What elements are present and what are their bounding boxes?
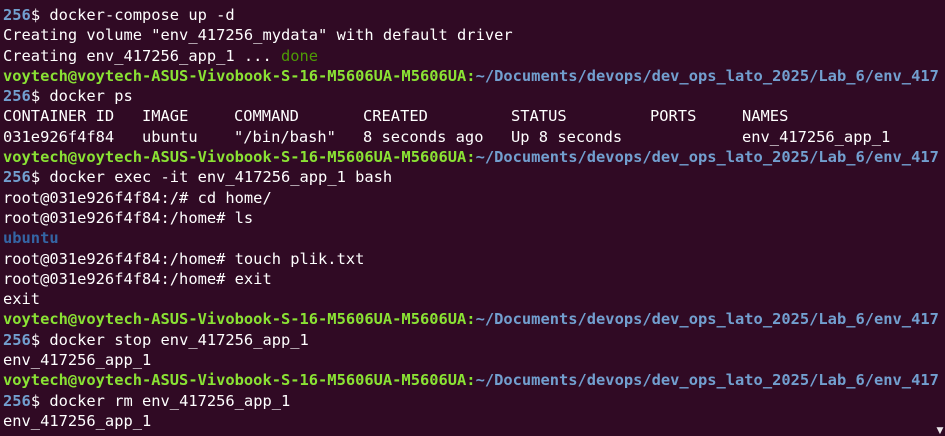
command-line: 256$ docker rm env_417256_app_1 bbox=[3, 391, 939, 411]
prompt-continuation: 256 bbox=[3, 330, 31, 349]
output-text: root@031e926f4f84:/home# touch plik.txt bbox=[3, 249, 365, 268]
table-cell: Up 8 seconds bbox=[511, 127, 623, 146]
table-header-cell: CONTAINER ID bbox=[3, 107, 115, 126]
table-cell: 8 seconds ago bbox=[363, 127, 484, 146]
output-text: root@031e926f4f84:/# cd home/ bbox=[3, 188, 272, 207]
table-cell: ubuntu bbox=[142, 127, 198, 146]
command-text: $ docker stop env_417256_app_1 bbox=[30, 330, 309, 349]
prompt-user-host: voytech@voytech-ASUS-Vivobook-S-16-M5606… bbox=[3, 371, 476, 390]
scroll-down-arrow-icon[interactable]: ▼ bbox=[935, 426, 945, 436]
command-line: 256$ docker ps bbox=[3, 86, 939, 106]
prompt-user-host: voytech@voytech-ASUS-Vivobook-S-16-M5606… bbox=[3, 310, 476, 329]
prompt-continuation: 256 bbox=[3, 6, 31, 24]
command-line: 256$ docker exec -it env_417256_app_1 ba… bbox=[3, 167, 939, 187]
output-line: exit bbox=[3, 289, 939, 309]
table-header-cell: COMMAND bbox=[234, 107, 299, 126]
output-line: root@031e926f4f84:/home# ls bbox=[3, 208, 939, 228]
prompt-path: ~/Documents/devops/dev_ops_lato_2025/Lab… bbox=[475, 310, 939, 329]
command-line: 256$ docker stop env_417256_app_1 bbox=[3, 330, 939, 350]
command-text: $ docker rm env_417256_app_1 bbox=[30, 391, 291, 410]
output-line: Creating env_417256_app_1 ... done bbox=[3, 46, 939, 66]
output-line: root@031e926f4f84:/home# exit bbox=[3, 269, 939, 289]
output-text: env_417256_app_1 bbox=[3, 411, 152, 430]
output-line: root@031e926f4f84:/# cd home/ bbox=[3, 188, 939, 208]
output-line: root@031e926f4f84:/home# touch plik.txt bbox=[3, 249, 939, 269]
command-text: $ docker exec -it env_417256_app_1 bash bbox=[30, 168, 393, 187]
command-line: 256$ docker-compose up -d bbox=[3, 5, 939, 25]
table-cell: "/bin/bash" bbox=[234, 127, 336, 146]
output-text: root@031e926f4f84:/home# ls bbox=[3, 208, 254, 227]
ps-table-row: 031e926f4f84 ubuntu "/bin/bash" 8 seconds a… bbox=[3, 127, 939, 147]
prompt-path: ~/Documents/devops/dev_ops_lato_2025/Lab… bbox=[475, 66, 939, 85]
directory-listing: ubuntu bbox=[3, 228, 939, 248]
output-text: Creating env_417256_app_1 ... bbox=[3, 46, 281, 65]
output-line: Creating volume "env_417256_mydata" with… bbox=[3, 25, 939, 45]
prompt-path: ~/Documents/devops/dev_ops_lato_2025/Lab… bbox=[475, 148, 939, 167]
output-text: Creating volume "env_417256_mydata" with… bbox=[3, 26, 513, 45]
table-header-cell: NAMES bbox=[742, 107, 789, 126]
output-text: env_417256_app_1 bbox=[3, 351, 152, 370]
prompt-continuation: 256 bbox=[3, 168, 31, 187]
terminal-output: 256$ docker-compose up -d Creating volume… bbox=[3, 5, 939, 431]
table-header-cell: PORTS bbox=[650, 107, 697, 126]
output-line: env_417256_app_1 bbox=[3, 350, 939, 370]
prompt-user-host: voytech@voytech-ASUS-Vivobook-S-16-M5606… bbox=[3, 66, 476, 85]
prompt-line: voytech@voytech-ASUS-Vivobook-S-16-M5606… bbox=[3, 309, 939, 329]
table-header-cell: STATUS bbox=[511, 107, 567, 126]
table-cell: env_417256_app_1 bbox=[742, 127, 891, 146]
prompt-line: voytech@voytech-ASUS-Vivobook-S-16-M5606… bbox=[3, 66, 939, 86]
output-text: root@031e926f4f84:/home# exit bbox=[3, 269, 272, 288]
table-cell bbox=[650, 127, 742, 147]
prompt-user-host: voytech@voytech-ASUS-Vivobook-S-16-M5606… bbox=[3, 148, 476, 167]
prompt-line: voytech@voytech-ASUS-Vivobook-S-16-M5606… bbox=[3, 147, 939, 167]
table-header-cell: CREATED bbox=[363, 107, 428, 126]
command-text: $ docker ps bbox=[30, 87, 133, 106]
prompt-line: voytech@voytech-ASUS-Vivobook-S-16-M5606… bbox=[3, 370, 939, 390]
prompt-path: ~/Documents/devops/dev_ops_lato_2025/Lab… bbox=[475, 371, 939, 390]
output-text: exit bbox=[3, 290, 41, 309]
table-header-cell: IMAGE bbox=[142, 107, 189, 126]
ps-table-header: CONTAINER ID IMAGE COMMAND CREATED STATUS POR… bbox=[3, 106, 939, 126]
output-line: env_417256_app_1 bbox=[3, 411, 939, 431]
terminal-window[interactable]: voytech@voytech-ASUS-Vivobook-S-16-M5606… bbox=[0, 0, 945, 436]
directory-name: ubuntu bbox=[3, 229, 59, 248]
prompt-continuation: 256 bbox=[3, 391, 31, 410]
status-done: done bbox=[280, 46, 319, 65]
prompt-continuation: 256 bbox=[3, 87, 31, 106]
table-cell: 031e926f4f84 bbox=[3, 127, 115, 146]
command-text: $ docker-compose up -d bbox=[30, 6, 235, 24]
